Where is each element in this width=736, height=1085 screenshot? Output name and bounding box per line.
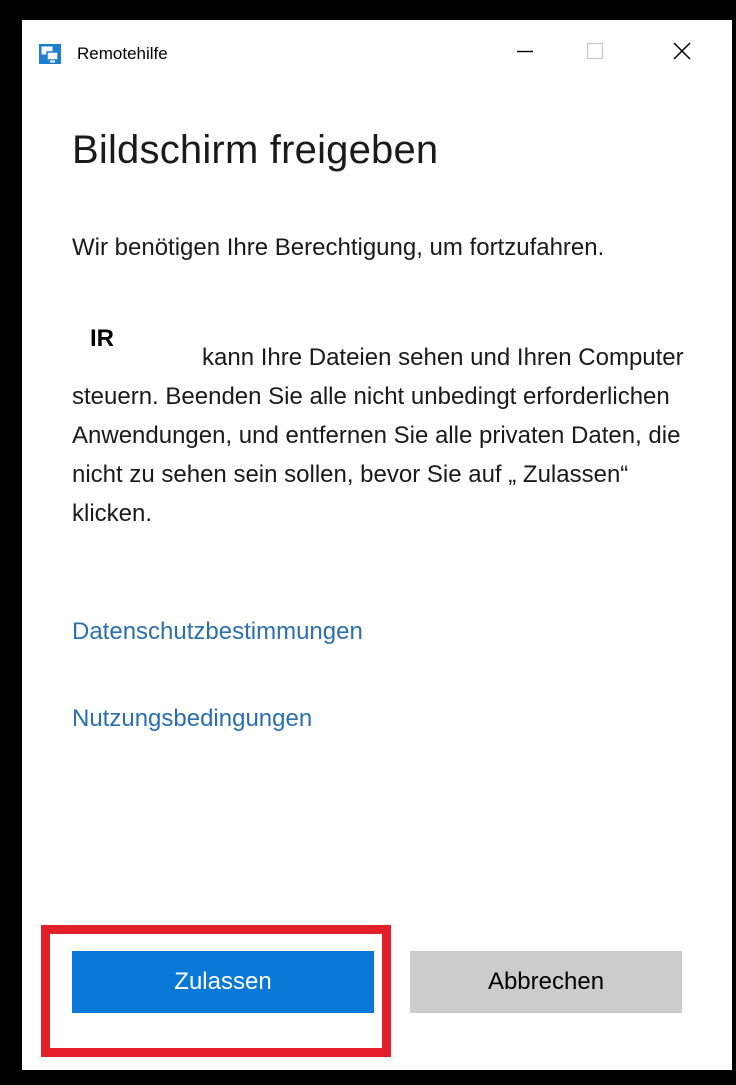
close-button[interactable] — [657, 30, 707, 76]
cancel-button[interactable]: Abbrechen — [410, 951, 682, 1013]
title-bar[interactable]: Remotehilfe — [22, 20, 732, 86]
minimize-button[interactable] — [500, 30, 550, 76]
permission-body-content: kann Ihre Dateien sehen und Ihren Comput… — [72, 344, 684, 527]
maximize-button[interactable] — [570, 30, 620, 76]
window-title: Remotehilfe — [77, 44, 168, 63]
privacy-link[interactable]: Datenschutzbestimmungen — [72, 618, 363, 646]
page-title: Bildschirm freigeben — [72, 128, 439, 172]
permission-intro-text: Wir benötigen Ihre Berechtigung, um fort… — [72, 234, 605, 261]
allow-button[interactable]: Zulassen — [72, 951, 374, 1013]
remote-assistance-icon — [39, 44, 61, 64]
close-icon — [672, 41, 692, 66]
remote-assistance-window: Remotehilfe Bildschirm freigeben Wir ben… — [22, 20, 732, 1070]
maximize-icon — [586, 42, 604, 65]
permission-body-text: kann Ihre Dateien sehen und Ihren Comput… — [72, 338, 692, 533]
terms-link[interactable]: Nutzungsbedingungen — [72, 705, 312, 733]
minimize-icon — [516, 42, 534, 65]
